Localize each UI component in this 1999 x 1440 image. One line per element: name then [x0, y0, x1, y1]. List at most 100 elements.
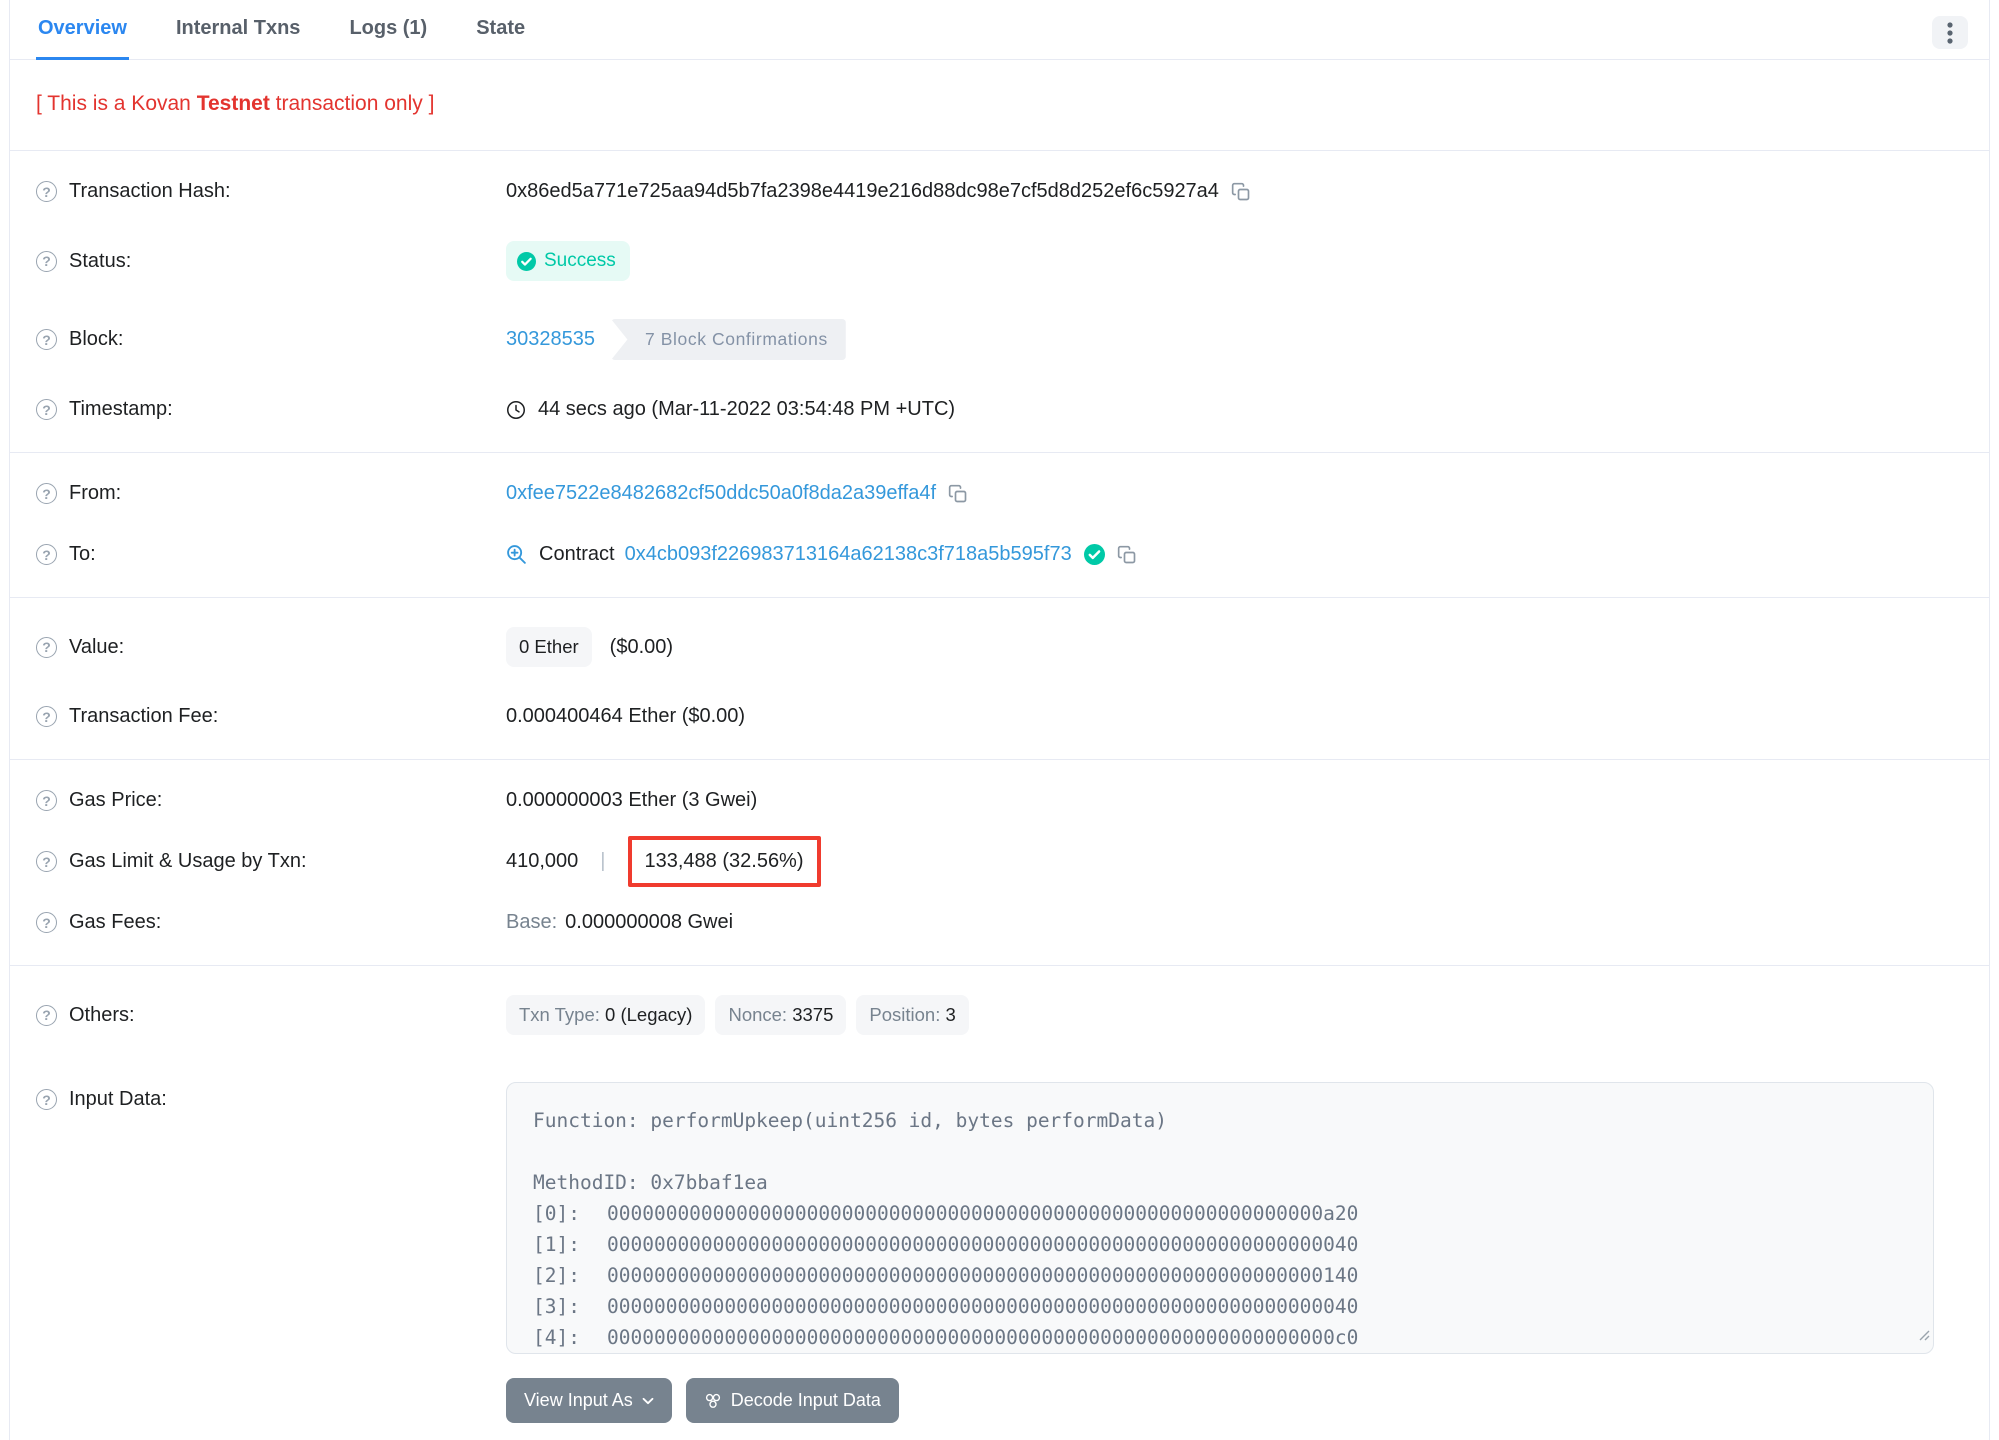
position-key: Position:	[869, 1004, 946, 1025]
verified-check-icon	[1083, 544, 1105, 565]
word-hex: 0000000000000000000000000000000000000000…	[607, 1202, 1359, 1225]
transaction-fee-value: 0.000400464 Ether ($0.00)	[506, 705, 746, 727]
tab-state[interactable]: State	[474, 0, 527, 60]
gas-usage-value: 133,488 (32.56%)	[644, 850, 804, 872]
help-icon[interactable]: ?	[36, 851, 57, 872]
decode-input-data-button[interactable]: Decode Input Data	[685, 1378, 899, 1423]
zoom-in-icon[interactable]	[506, 544, 527, 565]
timestamp-label: Timestamp:	[69, 398, 173, 420]
tab-internal-txns[interactable]: Internal Txns	[174, 0, 302, 60]
help-icon[interactable]: ?	[36, 329, 57, 350]
from-label: From:	[69, 482, 122, 504]
decode-icon	[705, 1393, 720, 1408]
block-confirmations-badge: 7 Block Confirmations	[610, 319, 846, 360]
row-gas-price: ? Gas Price: 0.000000003 Ether (3 Gwei)	[10, 770, 1989, 831]
to-label: To:	[69, 543, 96, 565]
word-hex: 0000000000000000000000000000000000000000…	[607, 1326, 1359, 1349]
tab-logs[interactable]: Logs (1)	[347, 0, 429, 60]
group-addresses: ? From: 0xfee7522e8482682cf50ddc50a0f8da…	[10, 453, 1989, 598]
check-circle-icon	[517, 251, 536, 271]
help-icon[interactable]: ?	[36, 181, 57, 202]
copy-icon[interactable]	[948, 484, 968, 504]
input-data-label: Input Data:	[69, 1088, 167, 1110]
clock-icon	[507, 400, 525, 419]
others-label: Others:	[69, 1003, 135, 1026]
position-value: 3	[945, 1004, 956, 1025]
position-badge: Position: 3	[856, 995, 969, 1035]
row-from: ? From: 0xfee7522e8482682cf50ddc50a0f8da…	[10, 463, 1989, 524]
help-icon[interactable]: ?	[36, 636, 57, 658]
txn-type-badge: Txn Type: 0 (Legacy)	[506, 995, 706, 1035]
more-options-button[interactable]	[1932, 16, 1968, 49]
input-data-textarea[interactable]: Function: performUpkeep(uint256 id, byte…	[506, 1082, 1934, 1354]
help-icon[interactable]: ?	[36, 706, 57, 727]
input-word-line: [2]: 000000000000000000000000000000000000…	[533, 1260, 1907, 1291]
tab-bar: Overview Internal Txns Logs (1) State	[10, 0, 1989, 60]
help-icon[interactable]: ?	[36, 483, 57, 504]
view-input-as-button[interactable]: View Input As	[506, 1378, 672, 1423]
copy-icon[interactable]	[1117, 545, 1137, 565]
txn-type-value: 0 (Legacy)	[605, 1004, 693, 1025]
to-address-link[interactable]: 0x4cb093f226983713164a62138c3f718a5b595f…	[625, 543, 1072, 566]
row-to: ? To: Contract 0x4cb093f226983713164a621…	[10, 524, 1989, 585]
resize-handle[interactable]	[1917, 1319, 1930, 1350]
transaction-hash-value: 0x86ed5a771e725aa94d5b7fa2398e4419e216d8…	[506, 180, 1219, 202]
help-icon[interactable]: ?	[36, 544, 57, 565]
word-index: [3]:	[533, 1295, 580, 1318]
help-icon[interactable]: ?	[36, 790, 57, 811]
gas-limit-usage-label: Gas Limit & Usage by Txn:	[69, 850, 307, 872]
row-others: ? Others: Txn Type: 0 (Legacy) Nonce: 33…	[10, 976, 1989, 1054]
nonce-value: 3375	[792, 1004, 834, 1025]
row-gas-fees: ? Gas Fees: Base: 0.000000008 Gwei	[10, 892, 1989, 953]
tab-overview[interactable]: Overview	[36, 0, 129, 60]
value-usd: ($0.00)	[609, 635, 674, 658]
gas-price-value: 0.000000003 Ether (3 Gwei)	[506, 789, 758, 811]
txn-type-key: Txn Type:	[519, 1004, 606, 1025]
value-label: Value:	[69, 635, 125, 658]
row-status: ? Status: Success	[10, 222, 1989, 300]
block-label: Block:	[69, 328, 124, 350]
input-word-line: [5]:000000000000000000000000000000000000…	[533, 1353, 1907, 1354]
gas-usage-annotation-box: 133,488 (32.56%)	[627, 836, 821, 887]
transaction-hash-label: Transaction Hash:	[69, 180, 231, 202]
from-address-link[interactable]: 0xfee7522e8482682cf50ddc50a0f8da2a39effa…	[506, 482, 936, 505]
row-gas-limit-usage: ? Gas Limit & Usage by Txn: 410,000 | 13…	[10, 831, 1989, 892]
group-overview-top: ? Transaction Hash: 0x86ed5a771e725aa94d…	[10, 151, 1989, 453]
group-others-input: ? Others: Txn Type: 0 (Legacy) Nonce: 33…	[10, 966, 1989, 1440]
gas-limit-value: 410,000	[506, 850, 579, 872]
word-index: [1]:	[533, 1233, 580, 1256]
word-index: [4]:	[533, 1326, 580, 1349]
copy-icon[interactable]	[1231, 182, 1251, 202]
help-icon[interactable]: ?	[36, 1089, 57, 1110]
warning-text-prefix: [ This is a Kovan	[36, 92, 197, 115]
gas-fees-base-label: Base:	[506, 911, 558, 933]
input-function-line: Function: performUpkeep(uint256 id, byte…	[533, 1109, 1167, 1132]
row-block: ? Block: 30328535 7 Block Confirmations	[10, 300, 1989, 379]
timestamp-value: 44 secs ago (Mar-11-2022 03:54:48 PM +UT…	[538, 398, 956, 420]
nonce-badge: Nonce: 3375	[715, 995, 847, 1035]
gas-limit-separator: |	[600, 850, 606, 872]
to-contract-prefix: Contract	[539, 543, 615, 565]
block-number-link[interactable]: 30328535	[506, 328, 595, 351]
help-icon[interactable]: ?	[36, 1004, 57, 1026]
status-text: Success	[544, 250, 616, 271]
kebab-icon	[1947, 21, 1953, 44]
word-index: [5]:	[533, 1353, 607, 1354]
transaction-fee-label: Transaction Fee:	[69, 705, 219, 727]
input-word-line: [0]: 000000000000000000000000000000000000…	[533, 1198, 1907, 1229]
word-index: [2]:	[533, 1264, 580, 1287]
group-gas: ? Gas Price: 0.000000003 Ether (3 Gwei) …	[10, 760, 1989, 966]
status-label: Status:	[69, 249, 132, 272]
help-icon[interactable]: ?	[36, 250, 57, 272]
word-index: [0]:	[533, 1202, 580, 1225]
input-word-line: [1]: 000000000000000000000000000000000000…	[533, 1229, 1907, 1260]
help-icon[interactable]: ?	[36, 399, 57, 420]
gas-price-label: Gas Price:	[69, 789, 163, 811]
input-word-line: [4]: 000000000000000000000000000000000000…	[533, 1322, 1907, 1353]
help-icon[interactable]: ?	[36, 912, 57, 933]
row-input-data: ? Input Data: Function: performUpkeep(ui…	[10, 1054, 1989, 1440]
row-transaction-hash: ? Transaction Hash: 0x86ed5a771e725aa94d…	[10, 161, 1989, 222]
word-hex: 0000000000000000000000000000000000000000…	[607, 1295, 1359, 1318]
testnet-warning: [ This is a Kovan Testnet transaction on…	[10, 60, 1989, 151]
view-input-as-label: View Input As	[524, 1390, 633, 1410]
